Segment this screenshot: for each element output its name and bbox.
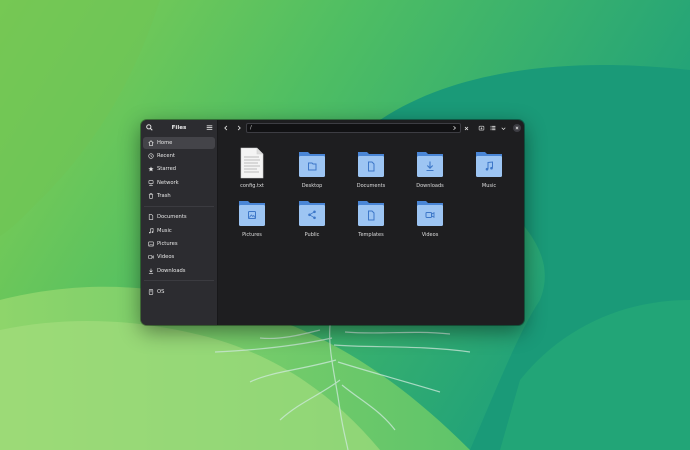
- sidebar-item-label: Home: [157, 139, 173, 146]
- sidebar: Files Home Recent Starred Network Trash …: [141, 120, 218, 325]
- file-name: Music: [481, 183, 497, 189]
- sidebar-item-label: Music: [157, 227, 172, 234]
- sidebar-places: Home Recent Starred Network Trash: [141, 136, 217, 202]
- sidebar-devices: OS: [141, 285, 217, 298]
- text-file-icon: [240, 147, 264, 179]
- folder-downloads-icon: [417, 152, 443, 177]
- sidebar-separator: [144, 280, 214, 282]
- sidebar-item-pictures[interactable]: Pictures: [143, 238, 215, 250]
- sidebar-item-label: Downloads: [157, 267, 186, 274]
- trash-icon: [148, 193, 154, 199]
- sidebar-item-label: Network: [157, 179, 179, 186]
- file-name: Templates: [358, 232, 384, 238]
- back-button[interactable]: [221, 123, 231, 133]
- sidebar-bookmarks: Documents Music Pictures Videos Download…: [141, 211, 217, 277]
- sidebar-item-label: Starred: [157, 166, 177, 173]
- sidebar-item-network[interactable]: Network: [143, 177, 215, 189]
- folder-item[interactable]: Desktop: [287, 147, 337, 189]
- hamburger-menu-icon: [206, 125, 213, 130]
- sidebar-header: Files: [141, 120, 217, 136]
- files-window: Files Home Recent Starred Network Trash …: [141, 120, 524, 325]
- sidebar-item-label: Pictures: [157, 241, 178, 248]
- folder-item[interactable]: Templates: [346, 196, 396, 238]
- download-icon: [148, 268, 154, 274]
- video-icon: [148, 255, 154, 260]
- close-icon: [515, 126, 519, 130]
- chevron-right-icon: [237, 125, 241, 131]
- sidebar-item-documents[interactable]: Documents: [143, 212, 215, 224]
- file-grid: config.txt Desktop Documents Downloads M…: [218, 137, 524, 325]
- window-close-button[interactable]: [513, 124, 521, 132]
- folder-public-icon: [299, 201, 325, 226]
- file-name: Pictures: [242, 232, 262, 238]
- clear-location-button[interactable]: [461, 123, 471, 133]
- folder-pictures-icon: [239, 201, 265, 226]
- file-name: Desktop: [301, 183, 323, 189]
- forward-button[interactable]: [234, 123, 244, 133]
- sidebar-item-trash[interactable]: Trash: [143, 190, 215, 202]
- clock-icon: [148, 153, 154, 159]
- location-path: /: [250, 124, 252, 131]
- location-go-button[interactable]: [452, 125, 457, 133]
- sidebar-item-starred[interactable]: Starred: [143, 164, 215, 176]
- file-name: config.txt: [240, 183, 264, 189]
- file-item[interactable]: config.txt: [227, 147, 277, 189]
- network-icon: [148, 179, 154, 186]
- sidebar-item-home[interactable]: Home: [143, 137, 215, 149]
- sidebar-item-label: Trash: [157, 192, 171, 199]
- folder-item[interactable]: Downloads: [405, 147, 455, 189]
- folder-item[interactable]: Documents: [346, 147, 396, 189]
- file-name: Videos: [421, 232, 439, 238]
- file-name: Downloads: [416, 183, 444, 189]
- sidebar-item-videos[interactable]: Videos: [143, 252, 215, 264]
- folder-item[interactable]: Public: [287, 196, 337, 238]
- sidebar-item-label: Documents: [157, 214, 187, 221]
- document-icon: [148, 214, 154, 221]
- chevron-right-icon: [453, 125, 457, 131]
- picture-icon: [148, 241, 154, 247]
- music-icon: [149, 227, 154, 234]
- sidebar-item-label: Videos: [157, 254, 175, 261]
- sidebar-item-label: OS: [157, 289, 165, 296]
- main-menu-button[interactable]: [206, 124, 213, 133]
- folder-item[interactable]: Videos: [405, 196, 455, 238]
- header-bar: /: [218, 120, 524, 136]
- folder-documents-icon: [358, 152, 384, 177]
- file-name: Documents: [356, 183, 386, 189]
- location-bar[interactable]: /: [246, 122, 461, 133]
- list-view-icon: [490, 125, 496, 131]
- view-toggle-button[interactable]: [488, 123, 498, 133]
- sidebar-item-music[interactable]: Music: [143, 225, 215, 237]
- close-icon: [464, 126, 468, 130]
- folder-videos-icon: [417, 201, 443, 226]
- new-tab-button[interactable]: [476, 123, 486, 133]
- view-options-button[interactable]: [498, 123, 508, 133]
- sidebar-item-label: Recent: [157, 153, 175, 160]
- sidebar-item-recent[interactable]: Recent: [143, 150, 215, 162]
- sidebar-separator: [144, 205, 214, 207]
- folder-item[interactable]: Music: [464, 147, 514, 189]
- chevron-left-icon: [224, 125, 228, 131]
- chevron-down-icon: [501, 127, 505, 130]
- file-name: Public: [304, 232, 320, 238]
- star-icon: [148, 166, 154, 172]
- folder-music-icon: [476, 152, 502, 177]
- sidebar-item-os[interactable]: OS: [143, 286, 215, 298]
- folder-item[interactable]: Pictures: [227, 196, 277, 238]
- sidebar-item-downloads[interactable]: Downloads: [143, 265, 215, 277]
- folder-templates-icon: [358, 201, 384, 226]
- folder-desktop-icon: [299, 152, 325, 177]
- home-icon: [148, 140, 154, 146]
- new-folder-icon: [478, 125, 484, 131]
- drive-icon: [148, 289, 154, 295]
